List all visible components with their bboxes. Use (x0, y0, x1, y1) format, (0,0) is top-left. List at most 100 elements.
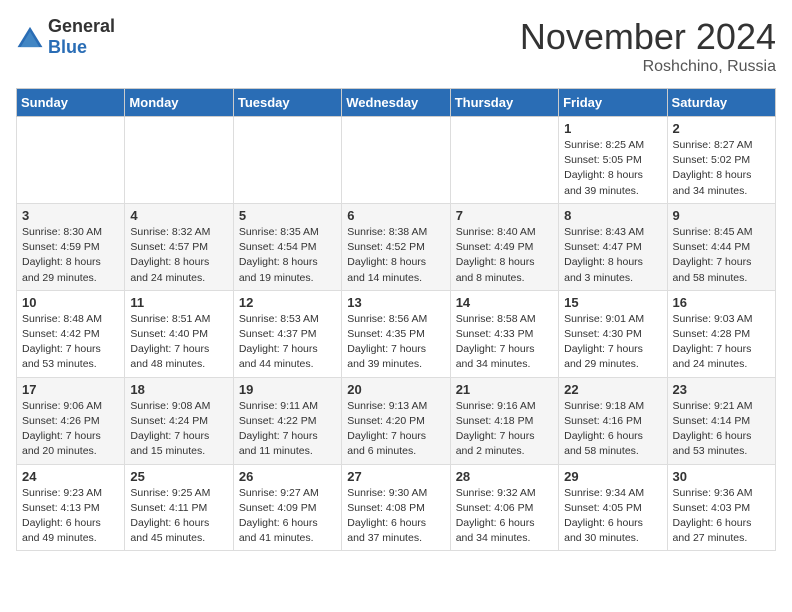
day-info: Sunrise: 9:23 AM Sunset: 4:13 PM Dayligh… (22, 486, 119, 547)
calendar-cell: 6 Sunrise: 8:38 AM Sunset: 4:52 PM Daylig… (342, 203, 450, 290)
calendar-cell: 22 Sunrise: 9:18 AM Sunset: 4:16 PM Dayli… (559, 377, 667, 464)
calendar-cell: 1Sunrise: 8:25 AM Sunset: 5:05 PM Daylig… (559, 117, 667, 204)
day-number: 17 (22, 382, 119, 397)
day-number: 30 (673, 469, 770, 484)
day-info: Sunrise: 9:30 AM Sunset: 4:08 PM Dayligh… (347, 486, 444, 547)
day-number: 6 (347, 208, 444, 223)
day-number: 24 (22, 469, 119, 484)
calendar-cell: 3 Sunrise: 8:30 AM Sunset: 4:59 PM Daylig… (17, 203, 125, 290)
day-number: 27 (347, 469, 444, 484)
day-number: 13 (347, 295, 444, 310)
day-number: 5 (239, 208, 336, 223)
day-info: Sunrise: 9:21 AM Sunset: 4:14 PM Dayligh… (673, 399, 770, 460)
col-tuesday: Tuesday (233, 89, 341, 117)
day-info: Sunrise: 8:43 AM Sunset: 4:47 PM Dayligh… (564, 225, 661, 286)
day-info: Sunrise: 9:32 AM Sunset: 4:06 PM Dayligh… (456, 486, 553, 547)
day-number: 21 (456, 382, 553, 397)
calendar-cell (450, 117, 558, 204)
day-info: Sunrise: 8:38 AM Sunset: 4:52 PM Dayligh… (347, 225, 444, 286)
day-info: Sunrise: 9:01 AM Sunset: 4:30 PM Dayligh… (564, 312, 661, 373)
calendar-week-5: 24 Sunrise: 9:23 AM Sunset: 4:13 PM Dayli… (17, 464, 776, 551)
page-header: General Blue November 2024 Roshchino, Ru… (16, 16, 776, 76)
col-friday: Friday (559, 89, 667, 117)
day-info: Sunrise: 9:18 AM Sunset: 4:16 PM Dayligh… (564, 399, 661, 460)
day-number: 29 (564, 469, 661, 484)
day-number: 4 (130, 208, 227, 223)
col-saturday: Saturday (667, 89, 775, 117)
title-block: November 2024 Roshchino, Russia (520, 16, 776, 76)
day-info: Sunrise: 8:45 AM Sunset: 4:44 PM Dayligh… (673, 225, 770, 286)
day-number: 28 (456, 469, 553, 484)
calendar-cell: 13 Sunrise: 8:56 AM Sunset: 4:35 PM Dayli… (342, 290, 450, 377)
day-info: Sunrise: 8:30 AM Sunset: 4:59 PM Dayligh… (22, 225, 119, 286)
calendar-cell: 10 Sunrise: 8:48 AM Sunset: 4:42 PM Dayli… (17, 290, 125, 377)
calendar-cell: 15 Sunrise: 9:01 AM Sunset: 4:30 PM Dayli… (559, 290, 667, 377)
day-number: 14 (456, 295, 553, 310)
calendar-body: 1Sunrise: 8:25 AM Sunset: 5:05 PM Daylig… (17, 117, 776, 551)
calendar-cell: 17 Sunrise: 9:06 AM Sunset: 4:26 PM Dayli… (17, 377, 125, 464)
day-number: 2 (673, 121, 770, 136)
day-number: 9 (673, 208, 770, 223)
calendar-cell: 7 Sunrise: 8:40 AM Sunset: 4:49 PM Daylig… (450, 203, 558, 290)
day-info: Sunrise: 8:40 AM Sunset: 4:49 PM Dayligh… (456, 225, 553, 286)
day-number: 11 (130, 295, 227, 310)
day-number: 23 (673, 382, 770, 397)
day-number: 19 (239, 382, 336, 397)
calendar-cell: 16 Sunrise: 9:03 AM Sunset: 4:28 PM Dayli… (667, 290, 775, 377)
day-number: 16 (673, 295, 770, 310)
day-info: Sunrise: 9:34 AM Sunset: 4:05 PM Dayligh… (564, 486, 661, 547)
calendar-week-3: 10 Sunrise: 8:48 AM Sunset: 4:42 PM Dayli… (17, 290, 776, 377)
location-title: Roshchino, Russia (520, 58, 776, 76)
day-info: Sunrise: 8:51 AM Sunset: 4:40 PM Dayligh… (130, 312, 227, 373)
col-thursday: Thursday (450, 89, 558, 117)
day-number: 20 (347, 382, 444, 397)
logo-blue: Blue (48, 37, 87, 57)
day-info: Sunrise: 9:11 AM Sunset: 4:22 PM Dayligh… (239, 399, 336, 460)
day-number: 12 (239, 295, 336, 310)
day-info: Sunrise: 8:58 AM Sunset: 4:33 PM Dayligh… (456, 312, 553, 373)
calendar-cell: 30 Sunrise: 9:36 AM Sunset: 4:03 PM Dayli… (667, 464, 775, 551)
calendar-header: Sunday Monday Tuesday Wednesday Thursday… (17, 89, 776, 117)
calendar-cell (125, 117, 233, 204)
calendar-cell (17, 117, 125, 204)
day-info: Sunrise: 9:16 AM Sunset: 4:18 PM Dayligh… (456, 399, 553, 460)
calendar-cell: 24 Sunrise: 9:23 AM Sunset: 4:13 PM Dayli… (17, 464, 125, 551)
day-info: Sunrise: 9:36 AM Sunset: 4:03 PM Dayligh… (673, 486, 770, 547)
logo: General Blue (16, 16, 115, 58)
calendar-cell: 12Sunrise: 8:53 AM Sunset: 4:37 PM Dayli… (233, 290, 341, 377)
calendar-cell: 14 Sunrise: 8:58 AM Sunset: 4:33 PM Dayli… (450, 290, 558, 377)
day-info: Sunrise: 8:56 AM Sunset: 4:35 PM Dayligh… (347, 312, 444, 373)
day-info: Sunrise: 9:08 AM Sunset: 4:24 PM Dayligh… (130, 399, 227, 460)
logo-icon (16, 25, 44, 49)
day-number: 10 (22, 295, 119, 310)
day-info: Sunrise: 9:25 AM Sunset: 4:11 PM Dayligh… (130, 486, 227, 547)
calendar-cell: 23 Sunrise: 9:21 AM Sunset: 4:14 PM Dayli… (667, 377, 775, 464)
day-info: Sunrise: 8:27 AM Sunset: 5:02 PM Dayligh… (673, 138, 770, 199)
calendar-cell: 27 Sunrise: 9:30 AM Sunset: 4:08 PM Dayli… (342, 464, 450, 551)
col-sunday: Sunday (17, 89, 125, 117)
calendar-cell: 18 Sunrise: 9:08 AM Sunset: 4:24 PM Dayli… (125, 377, 233, 464)
day-number: 22 (564, 382, 661, 397)
calendar-cell: 20Sunrise: 9:13 AM Sunset: 4:20 PM Dayli… (342, 377, 450, 464)
calendar-cell: 21 Sunrise: 9:16 AM Sunset: 4:18 PM Dayli… (450, 377, 558, 464)
logo-text: General Blue (48, 16, 115, 58)
day-number: 18 (130, 382, 227, 397)
day-number: 7 (456, 208, 553, 223)
day-number: 26 (239, 469, 336, 484)
calendar-table: Sunday Monday Tuesday Wednesday Thursday… (16, 88, 776, 551)
col-wednesday: Wednesday (342, 89, 450, 117)
header-row: Sunday Monday Tuesday Wednesday Thursday… (17, 89, 776, 117)
day-number: 15 (564, 295, 661, 310)
calendar-cell: 29 Sunrise: 9:34 AM Sunset: 4:05 PM Dayli… (559, 464, 667, 551)
calendar-cell: 8Sunrise: 8:43 AM Sunset: 4:47 PM Daylig… (559, 203, 667, 290)
day-number: 3 (22, 208, 119, 223)
calendar-cell: 5 Sunrise: 8:35 AM Sunset: 4:54 PM Daylig… (233, 203, 341, 290)
day-info: Sunrise: 9:03 AM Sunset: 4:28 PM Dayligh… (673, 312, 770, 373)
day-info: Sunrise: 9:06 AM Sunset: 4:26 PM Dayligh… (22, 399, 119, 460)
calendar-cell: 9 Sunrise: 8:45 AM Sunset: 4:44 PM Daylig… (667, 203, 775, 290)
calendar-cell: 26Sunrise: 9:27 AM Sunset: 4:09 PM Dayli… (233, 464, 341, 551)
day-number: 25 (130, 469, 227, 484)
day-info: Sunrise: 8:48 AM Sunset: 4:42 PM Dayligh… (22, 312, 119, 373)
col-monday: Monday (125, 89, 233, 117)
day-info: Sunrise: 8:35 AM Sunset: 4:54 PM Dayligh… (239, 225, 336, 286)
